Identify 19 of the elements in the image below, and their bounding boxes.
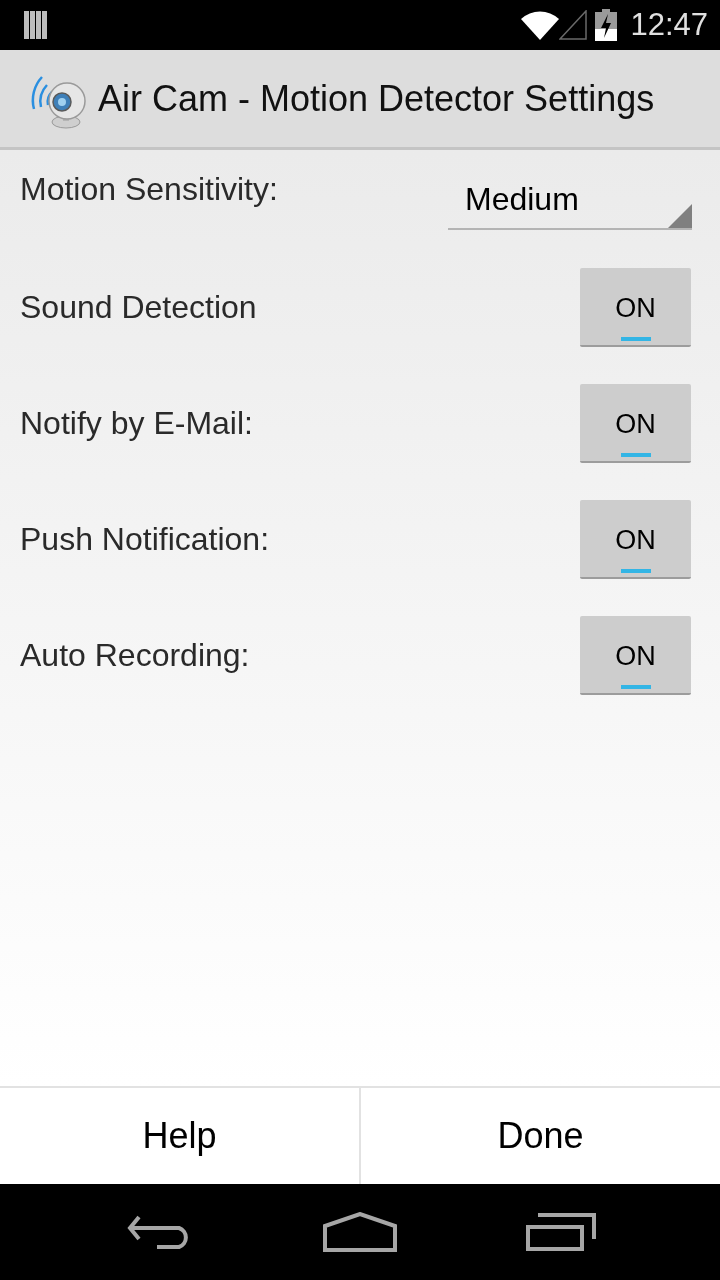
toggle-button[interactable]: ON <box>580 267 691 347</box>
home-icon[interactable] <box>322 1212 397 1252</box>
toggle-button[interactable]: ON <box>580 499 691 579</box>
toggle-button[interactable]: ON <box>580 383 691 463</box>
setting-label: Push Notification: <box>20 520 269 558</box>
setting-label: Sound Detection <box>20 288 257 326</box>
setting-label: Notify by E-Mail: <box>20 404 253 442</box>
vertical-bars-icon <box>24 11 48 39</box>
battery-charging-icon <box>595 9 618 41</box>
setting-label: Motion Sensitivity: <box>20 170 278 208</box>
signal-icon <box>559 10 588 40</box>
wifi-icon <box>521 10 560 40</box>
clock-time: 12:47 <box>630 7 708 43</box>
setting-label: Auto Recording: <box>20 636 250 674</box>
dropdown-corner-icon <box>668 204 692 228</box>
recent-apps-icon[interactable] <box>526 1213 596 1251</box>
window-title: Air Cam - Motion Detector Settings <box>98 77 655 120</box>
sensitivity-dropdown[interactable]: Medium <box>448 170 692 230</box>
toggle-button[interactable]: ON <box>580 615 691 695</box>
